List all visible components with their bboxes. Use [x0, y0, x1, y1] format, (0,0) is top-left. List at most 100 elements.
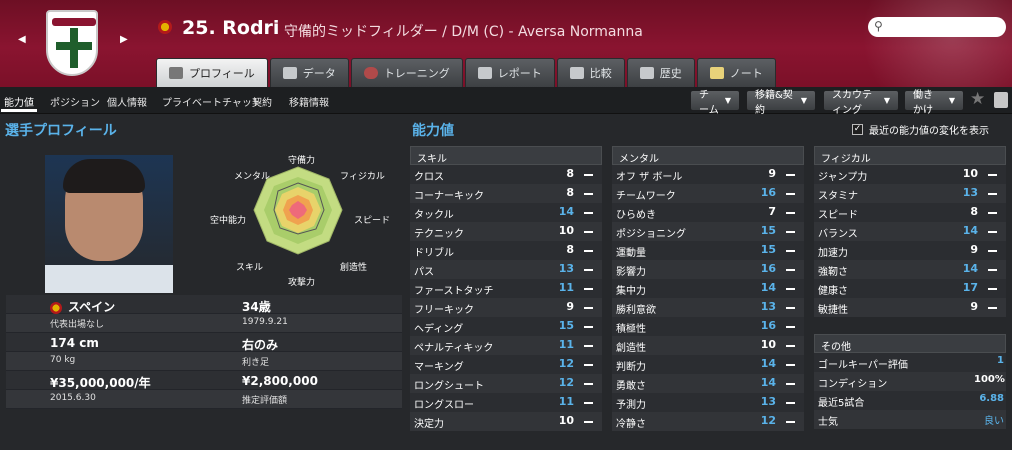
mental-value: 16: [760, 319, 776, 332]
mental-row[interactable]: ひらめき 7: [612, 203, 804, 222]
mental-row[interactable]: 影響力 16: [612, 260, 804, 279]
mental-row[interactable]: ポジショニング 15: [612, 222, 804, 241]
subnav-active-indicator: [1, 109, 37, 112]
search-icon: ⚲: [874, 19, 883, 33]
skill-row[interactable]: ファーストタッチ 11: [410, 279, 602, 298]
skill-name: ロングスロー: [414, 400, 474, 411]
change-indicator-icon: [584, 383, 593, 385]
tab-compare[interactable]: 比較: [556, 58, 625, 87]
physical-row[interactable]: スピード 8: [814, 203, 1006, 222]
skill-name: ペナルティキック: [414, 343, 494, 354]
physical-row[interactable]: ジャンプ力 10: [814, 165, 1006, 184]
other-row[interactable]: 士気 良い: [814, 410, 1006, 429]
caps: 代表出場なし: [50, 320, 105, 330]
physical-value: 8: [970, 205, 978, 218]
change-indicator-icon: [786, 212, 795, 214]
mental-row[interactable]: 冷静さ 12: [612, 412, 804, 431]
mental-name: 集中力: [616, 286, 646, 297]
mental-row[interactable]: 判断力 14: [612, 355, 804, 374]
physical-row[interactable]: 敏捷性 9: [814, 298, 1006, 317]
mental-row[interactable]: 運動量 15: [612, 241, 804, 260]
skill-row[interactable]: フリーキック 9: [410, 298, 602, 317]
mental-row[interactable]: 予測力 13: [612, 393, 804, 412]
nationality[interactable]: スペイン: [50, 298, 115, 315]
recent-change-toggle[interactable]: ✓ 最近の能力値の変化を表示: [852, 122, 989, 137]
contract-expiry: 2015.6.30: [50, 393, 96, 403]
physical-row[interactable]: スタミナ 13: [814, 184, 1006, 203]
player-position-club[interactable]: 守備的ミッドフィルダー / D/M (C) - Aversa Normanna: [284, 21, 643, 41]
mental-row[interactable]: 勝利意欲 13: [612, 298, 804, 317]
prev-player-arrow-icon[interactable]: ◀: [18, 34, 26, 45]
mental-row[interactable]: 創造性 10: [612, 336, 804, 355]
tab-data[interactable]: データ: [269, 58, 349, 87]
skill-value: 10: [558, 224, 574, 237]
subnav-transfer[interactable]: 移籍情報: [289, 94, 329, 109]
transfer-contract-dropdown[interactable]: 移籍&契約 ▼: [746, 90, 816, 116]
other-row[interactable]: 最近5試合 6.88: [814, 391, 1006, 410]
skill-name: コーナーキック: [414, 191, 484, 202]
change-indicator-icon: [786, 174, 795, 176]
search-input[interactable]: ⚲: [868, 17, 1006, 37]
subnav-personal[interactable]: 個人情報: [107, 94, 147, 109]
physical-row[interactable]: バランス 14: [814, 222, 1006, 241]
skill-row[interactable]: 決定力 10: [410, 412, 602, 431]
change-indicator-icon: [988, 193, 997, 195]
mental-row[interactable]: オフ ザ ボール 9: [612, 165, 804, 184]
tab-notes[interactable]: ノート: [696, 58, 776, 87]
physical-name: スタミナ: [818, 191, 858, 202]
mental-row[interactable]: 勇敢さ 14: [612, 374, 804, 393]
tab-training[interactable]: トレーニング: [350, 58, 463, 87]
mental-row[interactable]: チームワーク 16: [612, 184, 804, 203]
interact-dropdown[interactable]: 働きかけ ▼: [904, 90, 964, 116]
team-dropdown[interactable]: チーム ▼: [690, 90, 740, 116]
mental-row[interactable]: 集中力 14: [612, 279, 804, 298]
physical-row[interactable]: 加速力 9: [814, 241, 1006, 260]
other-name: コンディション: [818, 379, 888, 390]
subnav-contract[interactable]: 契約: [252, 94, 272, 109]
star-icon[interactable]: ★: [970, 89, 985, 109]
other-value: 1: [997, 355, 1004, 366]
mental-name: 影響力: [616, 267, 646, 278]
mental-row[interactable]: 積極性 16: [612, 317, 804, 336]
change-indicator-icon: [786, 383, 795, 385]
skill-row[interactable]: ドリブル 8: [410, 241, 602, 260]
skill-row[interactable]: テクニック 10: [410, 222, 602, 241]
profile-icon: [169, 67, 183, 79]
skill-row[interactable]: ペナルティキック 11: [410, 336, 602, 355]
tab-label: トレーニング: [383, 67, 450, 80]
change-indicator-icon: [584, 231, 593, 233]
dropdown-label: スカウティング: [832, 89, 872, 116]
other-name: 士気: [818, 417, 838, 428]
checkbox-checked-icon[interactable]: ✓: [852, 124, 863, 135]
subnav-abilities[interactable]: 能力値: [4, 94, 34, 109]
scouting-dropdown[interactable]: スカウティング ▼: [823, 90, 899, 116]
chevron-down-icon: ▼: [883, 96, 890, 105]
subnav-position[interactable]: ポジション: [50, 94, 100, 109]
subnav-private-chat[interactable]: プライベートチャット: [162, 94, 262, 109]
change-indicator-icon: [988, 269, 997, 271]
skill-row[interactable]: ヘディング 15: [410, 317, 602, 336]
tab-report[interactable]: レポート: [464, 58, 555, 87]
skill-name: クロス: [414, 172, 444, 183]
next-player-arrow-icon[interactable]: ▶: [120, 34, 128, 45]
skill-row[interactable]: タックル 14: [410, 203, 602, 222]
tab-history[interactable]: 歴史: [626, 58, 695, 87]
notes-icon[interactable]: [994, 92, 1008, 108]
skill-row[interactable]: クロス 8: [410, 165, 602, 184]
skill-row[interactable]: パス 13: [410, 260, 602, 279]
change-indicator-icon: [988, 212, 997, 214]
skill-row[interactable]: マーキング 12: [410, 355, 602, 374]
player-photo: [45, 155, 173, 293]
skill-row[interactable]: ロングスロー 11: [410, 393, 602, 412]
physical-row[interactable]: 健康さ 17: [814, 279, 1006, 298]
physical-row[interactable]: 強靭さ 14: [814, 260, 1006, 279]
skill-row[interactable]: ロングシュート 12: [410, 374, 602, 393]
skill-row[interactable]: コーナーキック 8: [410, 184, 602, 203]
physical-name: 健康さ: [818, 286, 848, 297]
skills-header: スキル: [410, 146, 602, 165]
tab-profile[interactable]: プロフィール: [156, 58, 268, 87]
mental-value: 15: [760, 243, 776, 256]
other-row[interactable]: ゴールキーパー評価 1: [814, 353, 1006, 372]
other-row[interactable]: コンディション 100%: [814, 372, 1006, 391]
change-indicator-icon: [786, 250, 795, 252]
